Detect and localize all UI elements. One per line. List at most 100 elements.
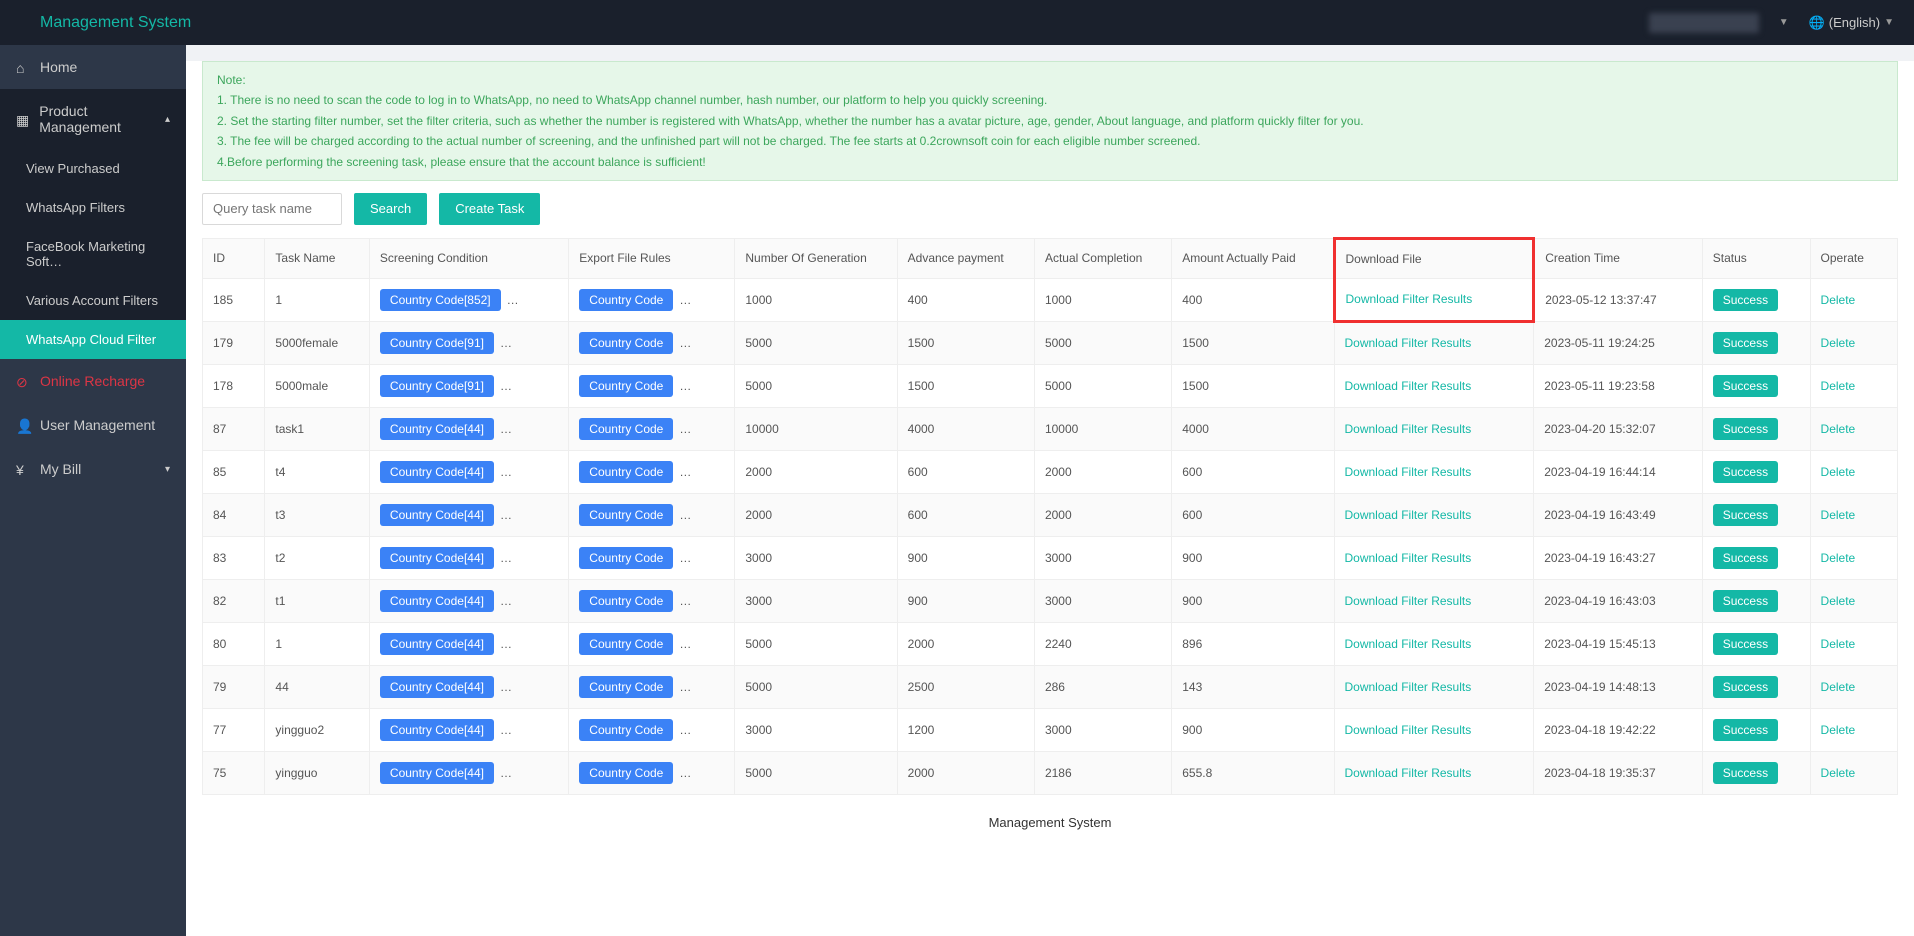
cell-actual-completion: 2000 — [1034, 493, 1171, 536]
delete-link[interactable]: Delete — [1821, 422, 1856, 436]
delete-link[interactable]: Delete — [1821, 379, 1856, 393]
cell-actual-completion: 2240 — [1034, 622, 1171, 665]
cell-export-rules: Country Code… — [569, 364, 735, 407]
table-row: 801Country Code[44]…Country Code…5000200… — [203, 622, 1898, 665]
export-tag: Country Code — [579, 504, 673, 526]
sidebar-item-various-account-filters[interactable]: Various Account Filters — [0, 281, 186, 320]
country-code-tag: Country Code[44] — [380, 633, 494, 655]
cell-export-rules: Country Code… — [569, 751, 735, 794]
delete-link[interactable]: Delete — [1821, 293, 1856, 307]
cell-num-generation: 3000 — [735, 536, 897, 579]
download-filter-results-link[interactable]: Download Filter Results — [1345, 508, 1472, 522]
create-task-button[interactable]: Create Task — [439, 193, 540, 225]
cell-download-file: Download Filter Results — [1334, 321, 1534, 364]
sidebar-item-online-recharge[interactable]: ⊘ Online Recharge — [0, 359, 186, 403]
cell-creation-time: 2023-04-19 14:48:13 — [1534, 665, 1703, 708]
delete-link[interactable]: Delete — [1821, 508, 1856, 522]
cell-task-name: t3 — [265, 493, 370, 536]
th-task-name: Task Name — [265, 238, 370, 278]
sidebar-item-user-management[interactable]: 👤 User Management — [0, 403, 186, 447]
cell-status: Success — [1702, 665, 1810, 708]
user-caret-icon[interactable]: ▼ — [1779, 17, 1789, 28]
delete-link[interactable]: Delete — [1821, 594, 1856, 608]
delete-link[interactable]: Delete — [1821, 680, 1856, 694]
warning-icon: ⊘ — [16, 374, 30, 388]
delete-link[interactable]: Delete — [1821, 336, 1856, 350]
download-filter-results-link[interactable]: Download Filter Results — [1346, 292, 1473, 306]
query-task-input[interactable] — [202, 193, 342, 225]
tasks-table: ID Task Name Screening Condition Export … — [202, 237, 1898, 795]
search-button[interactable]: Search — [354, 193, 427, 225]
cell-id: 84 — [203, 493, 265, 536]
sidebar-item-whatsapp-cloud-filter[interactable]: WhatsApp Cloud Filter — [0, 320, 186, 359]
cell-operate: Delete — [1810, 579, 1897, 622]
table-row: 77yingguo2Country Code[44]…Country Code…… — [203, 708, 1898, 751]
sidebar-item-my-bill[interactable]: ¥ My Bill ▾ — [0, 447, 186, 491]
cell-advance-payment: 900 — [897, 579, 1034, 622]
cell-id: 83 — [203, 536, 265, 579]
country-code-tag: Country Code[44] — [380, 762, 494, 784]
cell-num-generation: 1000 — [735, 278, 897, 321]
sidebar-item-facebook-marketing[interactable]: FaceBook Marketing Soft… — [0, 227, 186, 281]
download-filter-results-link[interactable]: Download Filter Results — [1345, 637, 1472, 651]
cell-id: 178 — [203, 364, 265, 407]
cell-download-file: Download Filter Results — [1334, 708, 1534, 751]
main-content: Note: 1. There is no need to scan the co… — [186, 45, 1914, 936]
language-selector[interactable]: 🌐 (English) ▼ — [1809, 15, 1894, 31]
sidebar-item-product-management[interactable]: ▦ Product Management ▴ — [0, 89, 186, 149]
th-advance-payment: Advance payment — [897, 238, 1034, 278]
cell-actual-completion: 5000 — [1034, 364, 1171, 407]
cell-export-rules: Country Code… — [569, 493, 735, 536]
download-filter-results-link[interactable]: Download Filter Results — [1345, 422, 1472, 436]
cell-operate: Delete — [1810, 450, 1897, 493]
sidebar-item-view-purchased[interactable]: View Purchased — [0, 149, 186, 188]
download-filter-results-link[interactable]: Download Filter Results — [1345, 594, 1472, 608]
download-filter-results-link[interactable]: Download Filter Results — [1345, 379, 1472, 393]
download-filter-results-link[interactable]: Download Filter Results — [1345, 336, 1472, 350]
delete-link[interactable]: Delete — [1821, 637, 1856, 651]
status-badge: Success — [1713, 418, 1778, 440]
status-badge: Success — [1713, 676, 1778, 698]
th-export-rules: Export File Rules — [569, 238, 735, 278]
cell-amount-paid: 600 — [1172, 493, 1334, 536]
cell-status: Success — [1702, 579, 1810, 622]
delete-link[interactable]: Delete — [1821, 551, 1856, 565]
download-filter-results-link[interactable]: Download Filter Results — [1345, 551, 1472, 565]
cell-screening-condition: Country Code[44]… — [369, 708, 568, 751]
cell-creation-time: 2023-04-19 16:43:03 — [1534, 579, 1703, 622]
download-filter-results-link[interactable]: Download Filter Results — [1345, 723, 1472, 737]
cell-download-file: Download Filter Results — [1334, 364, 1534, 407]
cell-amount-paid: 900 — [1172, 708, 1334, 751]
sidebar-product-label: Product Management — [39, 103, 155, 135]
cell-creation-time: 2023-05-11 19:24:25 — [1534, 321, 1703, 364]
cell-advance-payment: 900 — [897, 536, 1034, 579]
status-badge: Success — [1713, 375, 1778, 397]
ellipsis: … — [679, 723, 691, 737]
export-tag: Country Code — [579, 676, 673, 698]
cell-task-name: 5000male — [265, 364, 370, 407]
download-filter-results-link[interactable]: Download Filter Results — [1345, 680, 1472, 694]
footer-text: Management System — [186, 795, 1914, 836]
globe-icon: 🌐 — [1809, 15, 1825, 31]
cell-num-generation: 5000 — [735, 665, 897, 708]
download-filter-results-link[interactable]: Download Filter Results — [1345, 766, 1472, 780]
cell-creation-time: 2023-04-19 16:44:14 — [1534, 450, 1703, 493]
sidebar-item-home[interactable]: ⌂ Home — [0, 45, 186, 89]
cell-operate: Delete — [1810, 493, 1897, 536]
cell-export-rules: Country Code… — [569, 536, 735, 579]
user-obscured[interactable] — [1649, 13, 1759, 33]
delete-link[interactable]: Delete — [1821, 723, 1856, 737]
delete-link[interactable]: Delete — [1821, 766, 1856, 780]
download-filter-results-link[interactable]: Download Filter Results — [1345, 465, 1472, 479]
cell-creation-time: 2023-05-11 19:23:58 — [1534, 364, 1703, 407]
sidebar-item-whatsapp-filters[interactable]: WhatsApp Filters — [0, 188, 186, 227]
cell-amount-paid: 4000 — [1172, 407, 1334, 450]
grid-icon: ▦ — [16, 112, 29, 126]
delete-link[interactable]: Delete — [1821, 465, 1856, 479]
ellipsis: … — [500, 637, 512, 651]
cell-creation-time: 2023-04-18 19:35:37 — [1534, 751, 1703, 794]
cell-screening-condition: Country Code[44]… — [369, 407, 568, 450]
cell-status: Success — [1702, 321, 1810, 364]
cell-operate: Delete — [1810, 321, 1897, 364]
country-code-tag: Country Code[44] — [380, 590, 494, 612]
